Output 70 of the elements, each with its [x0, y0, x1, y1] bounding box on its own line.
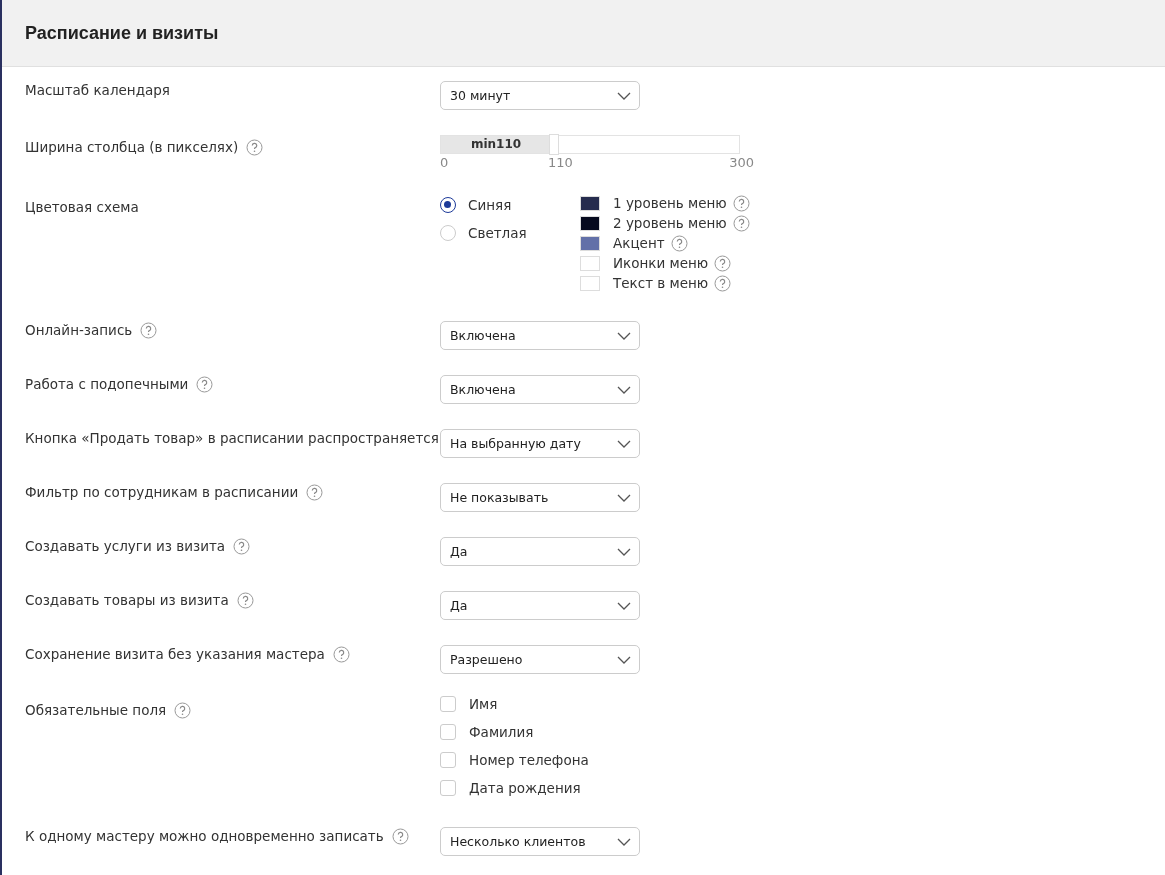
checkbox[interactable]	[440, 724, 456, 740]
setting-label: Обязательные поля	[25, 702, 167, 718]
help-icon[interactable]	[732, 214, 750, 232]
setting-label: Создавать услуги из визита	[25, 538, 226, 554]
chevron-down-icon	[617, 547, 631, 556]
setting-label: Цветовая схема	[25, 199, 139, 215]
color-swatch[interactable]	[580, 255, 600, 271]
dropdown[interactable]: Разрешено	[440, 645, 640, 674]
setting-label: Сохранение визита без указания мастера	[25, 646, 325, 662]
swatch-label: Акцент	[613, 235, 665, 251]
help-icon[interactable]	[332, 645, 350, 663]
chevron-down-icon	[617, 91, 631, 100]
swatch-label: Иконки меню	[613, 255, 709, 271]
dropdown[interactable]: На выбранную дату	[440, 429, 640, 458]
setting-label: Масштаб календаря	[25, 82, 170, 98]
help-icon[interactable]	[732, 194, 750, 212]
help-icon[interactable]	[140, 321, 158, 339]
help-icon[interactable]	[233, 537, 251, 555]
help-icon[interactable]	[246, 138, 264, 156]
help-icon[interactable]	[391, 827, 409, 845]
swatch-label: 1 уровень меню	[613, 195, 727, 211]
dropdown[interactable]: Да	[440, 537, 640, 566]
setting-label: Создавать товары из визита	[25, 592, 229, 608]
dropdown[interactable]: Несколько клиентов	[440, 827, 640, 856]
help-icon[interactable]	[714, 254, 732, 272]
swatch-label: Текст в меню	[613, 275, 709, 291]
setting-label: Кнопка «Продать товар» в расписании распространяется	[25, 430, 439, 446]
swatch-label: 2 уровень меню	[613, 215, 727, 231]
checkbox-label[interactable]: Фамилия	[469, 724, 534, 740]
dropdown[interactable]: Не показывать	[440, 483, 640, 512]
radio-label[interactable]: Светлая	[468, 225, 527, 241]
help-icon[interactable]	[196, 375, 214, 393]
checkbox[interactable]	[440, 696, 456, 712]
help-icon[interactable]	[236, 591, 254, 609]
checkbox-label[interactable]: Имя	[469, 696, 498, 712]
chevron-down-icon	[617, 493, 631, 502]
dropdown[interactable]: Да	[440, 591, 640, 620]
scale-max: 300	[729, 155, 754, 170]
radio-label[interactable]: Синяя	[468, 197, 512, 213]
dropdown[interactable]: Включена	[440, 375, 640, 404]
setting-label: Ширина столбца (в пикселях)	[25, 139, 239, 155]
help-icon[interactable]	[174, 701, 192, 719]
checkbox[interactable]	[440, 752, 456, 768]
slider-handle[interactable]	[549, 134, 560, 155]
chevron-down-icon	[617, 331, 631, 340]
setting-label: К одному мастеру можно одновременно записать	[25, 828, 384, 844]
slider-value: min110	[469, 136, 523, 153]
checkbox-label[interactable]: Дата рождения	[469, 780, 581, 796]
chevron-down-icon	[617, 837, 631, 846]
scale-current: 110	[548, 155, 573, 170]
help-icon[interactable]	[714, 274, 732, 292]
setting-label: Работа с подопечными	[25, 376, 189, 392]
chevron-down-icon	[617, 439, 631, 448]
color-swatch[interactable]	[580, 215, 600, 231]
scale-min: 0	[440, 155, 449, 170]
checkbox[interactable]	[440, 780, 456, 796]
setting-label: Онлайн-запись	[25, 322, 133, 338]
help-icon[interactable]	[306, 483, 324, 501]
chevron-down-icon	[617, 385, 631, 394]
help-icon[interactable]	[670, 234, 688, 252]
setting-label: Фильтр по сотрудникам в расписании	[25, 484, 299, 500]
dropdown[interactable]: Включена	[440, 321, 640, 350]
color-swatch[interactable]	[580, 235, 600, 251]
color-swatch[interactable]	[580, 195, 600, 211]
chevron-down-icon	[617, 601, 631, 610]
checkbox-label[interactable]: Номер телефона	[469, 752, 589, 768]
color-swatch[interactable]	[580, 275, 600, 291]
page-title: Расписание и визиты	[25, 22, 219, 44]
dropdown[interactable]: 30 минут	[440, 81, 640, 110]
chevron-down-icon	[617, 655, 631, 664]
